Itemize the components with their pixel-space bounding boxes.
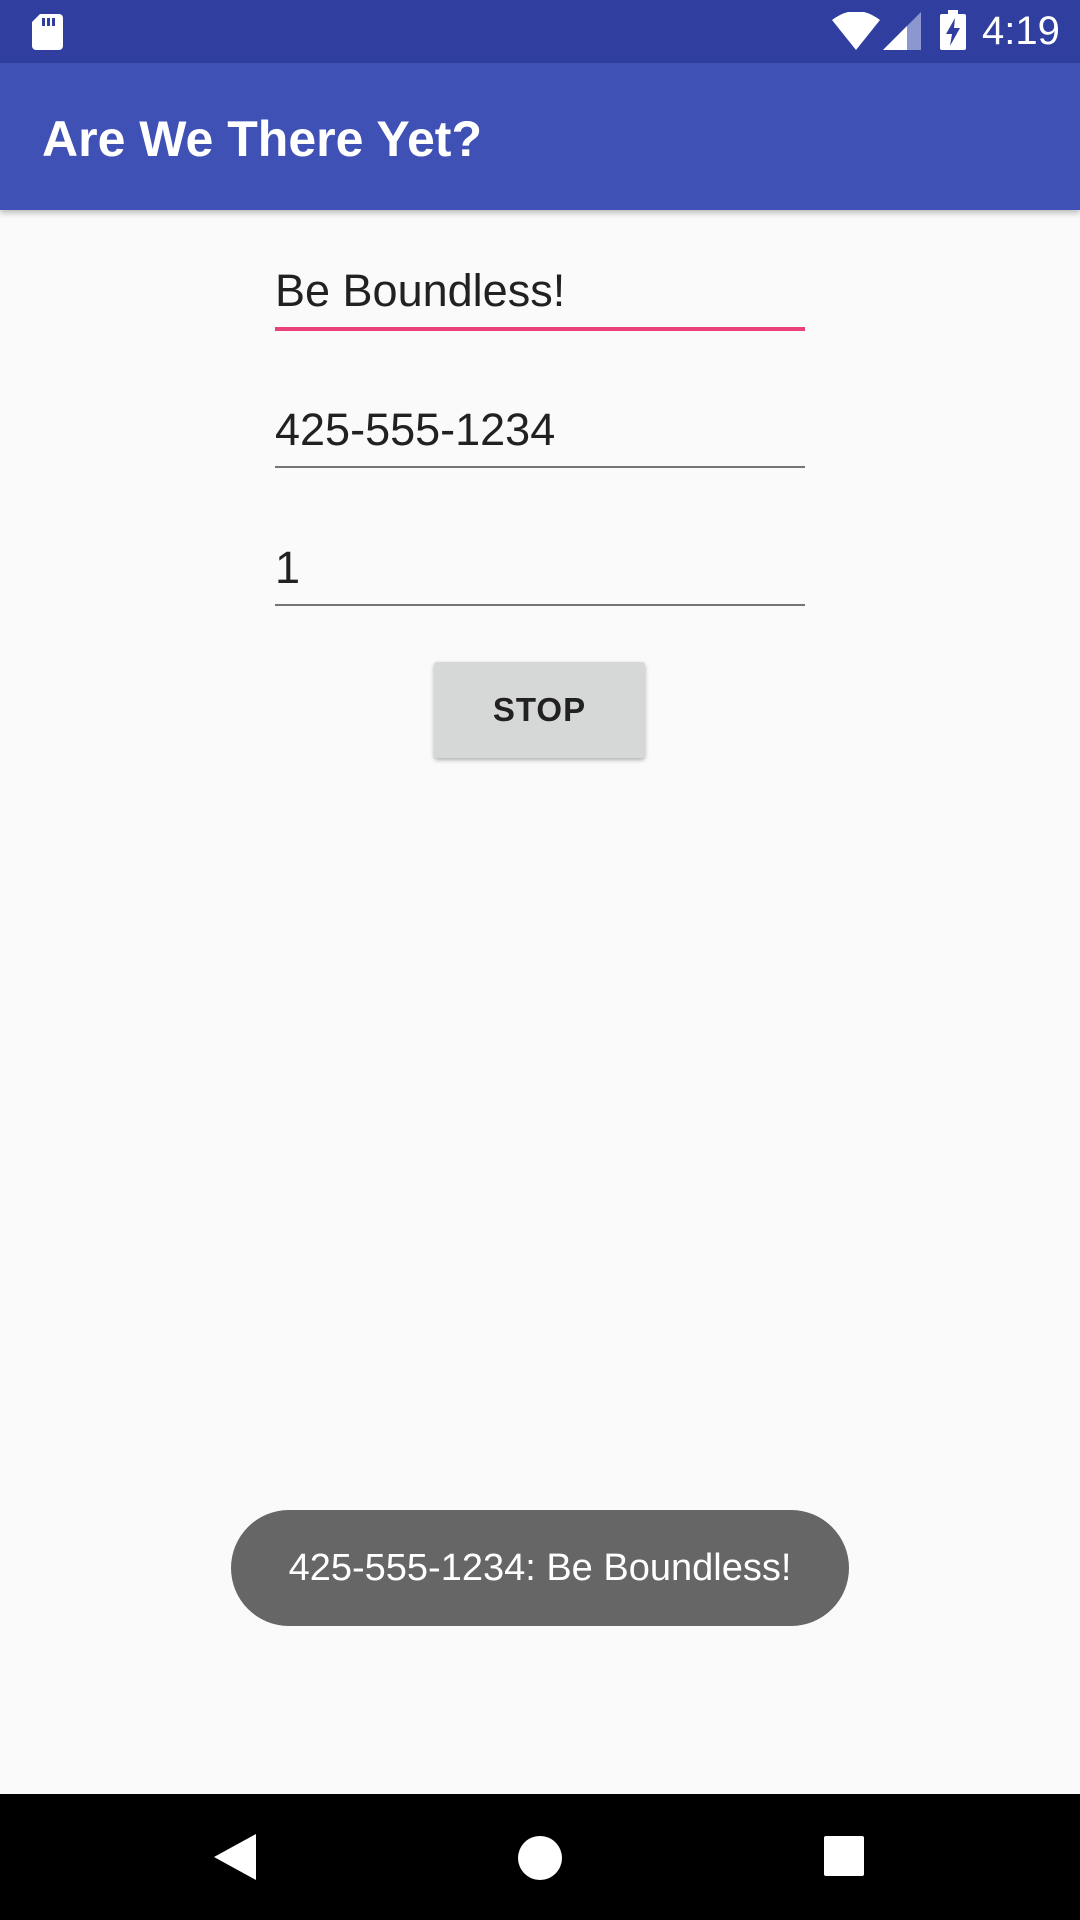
status-clock: 4:19 bbox=[982, 9, 1060, 53]
interval-field[interactable] bbox=[275, 534, 805, 606]
sd-card-icon bbox=[32, 14, 63, 50]
wifi-icon bbox=[832, 12, 880, 50]
app-bar: Are We There Yet? bbox=[0, 63, 1080, 210]
navigation-bar bbox=[0, 1794, 1080, 1920]
status-bar: 4:19 bbox=[0, 0, 1080, 63]
toast-message: 425-555-1234: Be Boundless! bbox=[231, 1510, 849, 1626]
home-icon[interactable] bbox=[518, 1836, 562, 1880]
interval-input[interactable] bbox=[275, 540, 805, 596]
battery-charging-icon bbox=[940, 10, 966, 50]
cell-signal-icon bbox=[883, 12, 921, 50]
message-input[interactable] bbox=[275, 263, 805, 319]
phone-field[interactable] bbox=[275, 396, 805, 468]
toast-text: 425-555-1234: Be Boundless! bbox=[288, 1546, 792, 1589]
app-title: Are We There Yet? bbox=[42, 111, 482, 167]
recents-icon[interactable] bbox=[824, 1836, 864, 1876]
back-icon[interactable] bbox=[214, 1834, 256, 1880]
message-field[interactable] bbox=[275, 259, 805, 331]
stop-button[interactable]: STOP bbox=[434, 662, 645, 758]
phone-input[interactable] bbox=[275, 402, 805, 458]
